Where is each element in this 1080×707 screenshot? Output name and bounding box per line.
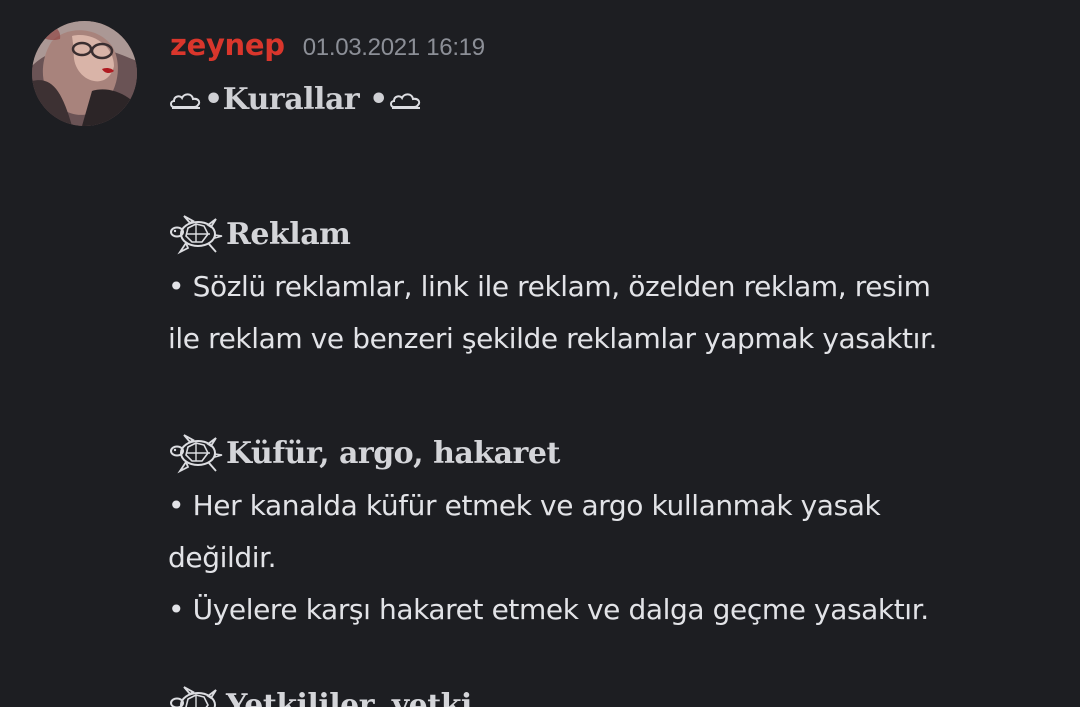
cloud-icon — [170, 93, 201, 109]
turtle-icon — [170, 215, 223, 255]
chat-message: zeynep 01.03.2021 16:19 •Kurallar • Rekl… — [0, 0, 1080, 707]
message-timestamp: 01.03.2021 16:19 — [302, 34, 485, 61]
section-line: • Sözlü reklamlar, link ile reklam, özel… — [168, 270, 931, 303]
section-heading-kufur: Küfür, argo, hakaret — [168, 428, 1068, 480]
section-heading-text: Reklam — [226, 217, 351, 252]
section-line: değildir. — [168, 541, 277, 574]
username[interactable]: zeynep — [170, 28, 285, 62]
message-title: •Kurallar • — [168, 78, 1068, 122]
message-content: •Kurallar • Reklam • Sözlü reklamlar, li… — [168, 78, 1068, 636]
section-heading-text: Yetkililer, yetki — [226, 688, 472, 707]
section-heading-yetkililer: Yetkililer, yetki — [168, 680, 472, 707]
section-heading-reklam: Reklam — [168, 209, 1068, 261]
section-line: • Üyelere karşı hakaret etmek ve dalga g… — [168, 593, 929, 626]
message-header: zeynep 01.03.2021 16:19 — [170, 28, 485, 72]
section-heading-text: Küfür, argo, hakaret — [226, 436, 560, 471]
title-text: •Kurallar • — [204, 82, 388, 117]
section-line: • Her kanalda küfür etmek ve argo kullan… — [168, 489, 881, 522]
user-avatar[interactable] — [32, 21, 137, 126]
avatar-photo — [32, 21, 137, 126]
section-line: ile reklam ve benzeri şekilde reklamlar … — [168, 322, 938, 355]
turtle-icon — [170, 686, 217, 707]
cloud-icon — [389, 93, 420, 109]
turtle-icon — [170, 434, 223, 474]
